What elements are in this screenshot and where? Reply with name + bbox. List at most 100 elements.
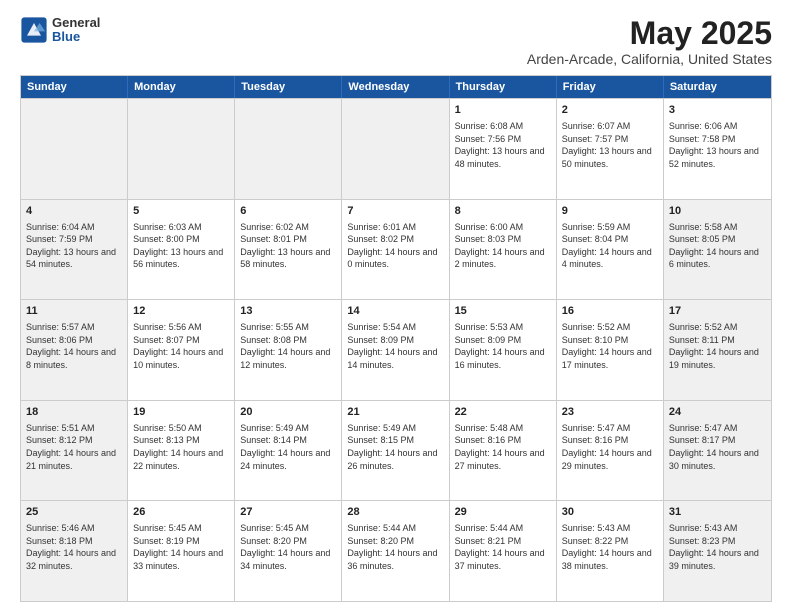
calendar: Sunday Monday Tuesday Wednesday Thursday… (20, 75, 772, 602)
calendar-cell-3-5: 15 Sunrise: 5:53 AM Sunset: 8:09 PM Dayli… (450, 300, 557, 400)
cell-content: Sunrise: 5:44 AM Sunset: 8:21 PM Dayligh… (455, 522, 551, 572)
logo-icon (20, 16, 48, 44)
calendar-cell-5-5: 29 Sunrise: 5:44 AM Sunset: 8:21 PM Dayli… (450, 501, 557, 601)
cell-day-number: 30 (562, 505, 658, 520)
cell-day-number: 25 (26, 505, 122, 520)
cell-content: Sunrise: 6:01 AM Sunset: 8:02 PM Dayligh… (347, 221, 443, 271)
cell-day-number: 14 (347, 304, 443, 319)
cell-content: Sunrise: 6:04 AM Sunset: 7:59 PM Dayligh… (26, 221, 122, 271)
cell-day-number: 15 (455, 304, 551, 319)
calendar-row-1: 1 Sunrise: 6:08 AM Sunset: 7:56 PM Daylig… (21, 98, 771, 199)
cell-content: Sunrise: 5:54 AM Sunset: 8:09 PM Dayligh… (347, 321, 443, 371)
calendar-cell-5-1: 25Sunrise: 5:46 AM Sunset: 8:18 PM Dayli… (21, 501, 128, 601)
logo: General Blue (20, 16, 100, 45)
calendar-cell-4-5: 22 Sunrise: 5:48 AM Sunset: 8:16 PM Dayli… (450, 401, 557, 501)
calendar-cell-4-6: 23 Sunrise: 5:47 AM Sunset: 8:16 PM Dayli… (557, 401, 664, 501)
calendar-cell-4-4: 21Sunrise: 5:49 AM Sunset: 8:15 PM Dayli… (342, 401, 449, 501)
calendar-cell-2-2: 5Sunrise: 6:03 AM Sunset: 8:00 PM Daylig… (128, 200, 235, 300)
calendar-cell-2-6: 9 Sunrise: 5:59 AM Sunset: 8:04 PM Daylig… (557, 200, 664, 300)
cell-content: Sunrise: 5:51 AM Sunset: 8:12 PM Dayligh… (26, 422, 122, 472)
cell-content: Sunrise: 5:52 AM Sunset: 8:10 PM Dayligh… (562, 321, 658, 371)
calendar-cell-3-2: 12 Sunrise: 5:56 AM Sunset: 8:07 PM Dayli… (128, 300, 235, 400)
cell-day-number: 10 (669, 204, 766, 219)
cell-day-number: 29 (455, 505, 551, 520)
calendar-cell-4-3: 20Sunrise: 5:49 AM Sunset: 8:14 PM Dayli… (235, 401, 342, 501)
header-thursday: Thursday (450, 76, 557, 98)
cell-day-number: 31 (669, 505, 766, 520)
cell-content: Sunrise: 6:02 AM Sunset: 8:01 PM Dayligh… (240, 221, 336, 271)
cell-day-number: 1 (455, 103, 551, 118)
cell-content: Sunrise: 6:07 AM Sunset: 7:57 PM Dayligh… (562, 120, 658, 170)
calendar-cell-1-2 (128, 99, 235, 199)
cell-day-number: 2 (562, 103, 658, 118)
cell-content: Sunrise: 5:43 AM Sunset: 8:22 PM Dayligh… (562, 522, 658, 572)
cell-content: Sunrise: 6:06 AM Sunset: 7:58 PM Dayligh… (669, 120, 766, 170)
cell-day-number: 3 (669, 103, 766, 118)
calendar-cell-5-4: 28Sunrise: 5:44 AM Sunset: 8:20 PM Dayli… (342, 501, 449, 601)
cell-content: Sunrise: 5:56 AM Sunset: 8:07 PM Dayligh… (133, 321, 229, 371)
cell-content: Sunrise: 6:08 AM Sunset: 7:56 PM Dayligh… (455, 120, 551, 170)
location: Arden-Arcade, California, United States (527, 51, 772, 67)
calendar-cell-4-1: 18 Sunrise: 5:51 AM Sunset: 8:12 PM Dayli… (21, 401, 128, 501)
calendar-cell-5-2: 26Sunrise: 5:45 AM Sunset: 8:19 PM Dayli… (128, 501, 235, 601)
calendar-row-2: 4 Sunrise: 6:04 AM Sunset: 7:59 PM Daylig… (21, 199, 771, 300)
calendar-cell-5-7: 31 Sunrise: 5:43 AM Sunset: 8:23 PM Dayli… (664, 501, 771, 601)
calendar-cell-2-5: 8 Sunrise: 6:00 AM Sunset: 8:03 PM Daylig… (450, 200, 557, 300)
cell-day-number: 18 (26, 405, 122, 420)
calendar-cell-4-2: 19Sunrise: 5:50 AM Sunset: 8:13 PM Dayli… (128, 401, 235, 501)
page: General Blue May 2025 Arden-Arcade, Cali… (0, 0, 792, 612)
calendar-cell-1-1 (21, 99, 128, 199)
calendar-row-3: 11Sunrise: 5:57 AM Sunset: 8:06 PM Dayli… (21, 299, 771, 400)
cell-day-number: 5 (133, 204, 229, 219)
cell-day-number: 27 (240, 505, 336, 520)
cell-day-number: 20 (240, 405, 336, 420)
calendar-cell-3-4: 14 Sunrise: 5:54 AM Sunset: 8:09 PM Dayli… (342, 300, 449, 400)
title-block: May 2025 Arden-Arcade, California, Unite… (527, 16, 772, 67)
cell-day-number: 23 (562, 405, 658, 420)
cell-day-number: 24 (669, 405, 766, 420)
cell-content: Sunrise: 5:43 AM Sunset: 8:23 PM Dayligh… (669, 522, 766, 572)
cell-content: Sunrise: 5:47 AM Sunset: 8:17 PM Dayligh… (669, 422, 766, 472)
cell-day-number: 4 (26, 204, 122, 219)
calendar-row-4: 18 Sunrise: 5:51 AM Sunset: 8:12 PM Dayli… (21, 400, 771, 501)
header-saturday: Saturday (664, 76, 771, 98)
cell-day-number: 21 (347, 405, 443, 420)
cell-day-number: 19 (133, 405, 229, 420)
logo-text: General Blue (52, 16, 100, 45)
cell-day-number: 22 (455, 405, 551, 420)
cell-day-number: 16 (562, 304, 658, 319)
cell-day-number: 12 (133, 304, 229, 319)
cell-content: Sunrise: 5:55 AM Sunset: 8:08 PM Dayligh… (240, 321, 336, 371)
header-wednesday: Wednesday (342, 76, 449, 98)
calendar-cell-1-6: 2 Sunrise: 6:07 AM Sunset: 7:57 PM Daylig… (557, 99, 664, 199)
cell-content: Sunrise: 5:57 AM Sunset: 8:06 PM Dayligh… (26, 321, 122, 371)
cell-day-number: 6 (240, 204, 336, 219)
calendar-cell-3-6: 16 Sunrise: 5:52 AM Sunset: 8:10 PM Dayli… (557, 300, 664, 400)
cell-content: Sunrise: 5:53 AM Sunset: 8:09 PM Dayligh… (455, 321, 551, 371)
calendar-cell-3-1: 11Sunrise: 5:57 AM Sunset: 8:06 PM Dayli… (21, 300, 128, 400)
cell-content: Sunrise: 5:45 AM Sunset: 8:20 PM Dayligh… (240, 522, 336, 572)
calendar-cell-2-3: 6 Sunrise: 6:02 AM Sunset: 8:01 PM Daylig… (235, 200, 342, 300)
header-monday: Monday (128, 76, 235, 98)
calendar-cell-1-5: 1 Sunrise: 6:08 AM Sunset: 7:56 PM Daylig… (450, 99, 557, 199)
cell-content: Sunrise: 5:48 AM Sunset: 8:16 PM Dayligh… (455, 422, 551, 472)
cell-day-number: 8 (455, 204, 551, 219)
cell-day-number: 17 (669, 304, 766, 319)
cell-day-number: 9 (562, 204, 658, 219)
calendar-cell-2-4: 7 Sunrise: 6:01 AM Sunset: 8:02 PM Daylig… (342, 200, 449, 300)
cell-content: Sunrise: 6:00 AM Sunset: 8:03 PM Dayligh… (455, 221, 551, 271)
cell-day-number: 7 (347, 204, 443, 219)
calendar-cell-5-3: 27 Sunrise: 5:45 AM Sunset: 8:20 PM Dayli… (235, 501, 342, 601)
cell-day-number: 26 (133, 505, 229, 520)
calendar-cell-2-7: 10Sunrise: 5:58 AM Sunset: 8:05 PM Dayli… (664, 200, 771, 300)
header-tuesday: Tuesday (235, 76, 342, 98)
header-friday: Friday (557, 76, 664, 98)
calendar-cell-1-3 (235, 99, 342, 199)
logo-blue: Blue (52, 30, 100, 44)
calendar-cell-3-7: 17 Sunrise: 5:52 AM Sunset: 8:11 PM Dayli… (664, 300, 771, 400)
cell-content: Sunrise: 5:44 AM Sunset: 8:20 PM Dayligh… (347, 522, 443, 572)
cell-content: Sunrise: 5:47 AM Sunset: 8:16 PM Dayligh… (562, 422, 658, 472)
cell-content: Sunrise: 5:52 AM Sunset: 8:11 PM Dayligh… (669, 321, 766, 371)
cell-content: Sunrise: 5:59 AM Sunset: 8:04 PM Dayligh… (562, 221, 658, 271)
header-sunday: Sunday (21, 76, 128, 98)
